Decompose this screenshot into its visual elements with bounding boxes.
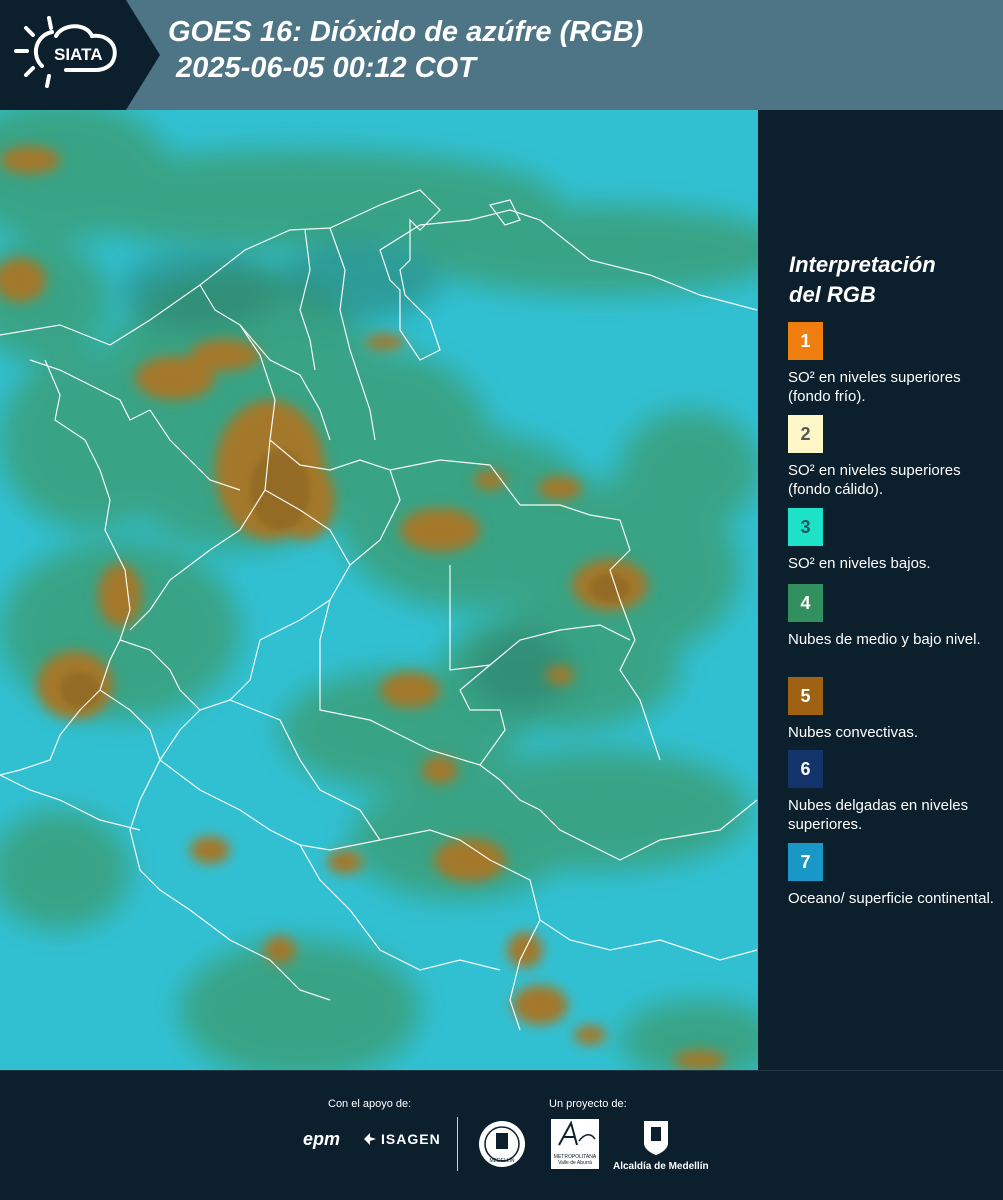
- seal-text: MEDELLÍN: [489, 1157, 514, 1164]
- alcaldia-text: Alcaldía de Medellín: [613, 1161, 709, 1172]
- isagen-icon: [364, 1133, 376, 1145]
- legend-label: SO² en niveles superiores (fondo cálido)…: [788, 462, 961, 498]
- epm-logo: epm: [303, 1129, 341, 1149]
- legend-number: 1: [800, 330, 811, 351]
- legend-swatch: 4: [788, 584, 823, 622]
- legend-title: Interpretación del RGB: [789, 250, 936, 310]
- legend-number: 4: [800, 592, 811, 613]
- footer-bar: Con el apoyo de: Un proyecto de: epm ISA…: [0, 1070, 1003, 1200]
- title-line-1: GOES 16: Dióxido de azúfre (RGB): [168, 16, 644, 48]
- legend-title-line-2: del RGB: [789, 282, 876, 307]
- sun-cloud-icon: SIATA: [14, 16, 117, 88]
- legend-number: 6: [800, 758, 811, 779]
- legend-swatch: 3: [788, 508, 823, 546]
- medellin-seal-icon: MEDELLÍN: [479, 1121, 525, 1167]
- legend-label: Nubes delgadas en niveles superiores.: [788, 797, 969, 833]
- legend-swatch: 5: [788, 677, 823, 715]
- logo-text: SIATA: [54, 45, 102, 64]
- footer-divider: [457, 1117, 458, 1171]
- satellite-map[interactable]: [0, 110, 760, 1070]
- legend-panel: Interpretación del RGB 1 SO² en niveles …: [760, 110, 1003, 1070]
- legend-label: Nubes de medio y bajo nivel.: [788, 631, 981, 648]
- legend-number: 3: [800, 516, 811, 537]
- legend-item-3: 3 SO² en niveles bajos.: [788, 508, 998, 573]
- support-label: Con el apoyo de:: [328, 1098, 412, 1110]
- legend-swatch: 7: [788, 843, 823, 881]
- legend-item-7: 7 Oceano/ superficie continental.: [788, 843, 998, 908]
- title-line-2: 2025-06-05 00:12 COT: [168, 52, 476, 84]
- siata-logo: SIATA: [0, 0, 160, 110]
- legend-label: SO² en niveles bajos.: [788, 555, 931, 572]
- area-line-2: Valle de Aburrá: [558, 1160, 592, 1166]
- legend-item-6: 6 Nubes delgadas en niveles superiores.: [788, 750, 998, 834]
- legend-label: Oceano/ superficie continental.: [788, 890, 994, 907]
- header-bar: SIATA GOES 16: Dióxido de azúfre (RGB) 2…: [0, 0, 1003, 110]
- map-canvas: [0, 110, 758, 1070]
- area-logo-icon: [558, 1120, 596, 1146]
- legend-label: SO² en niveles superiores (fondo frío).: [788, 369, 961, 405]
- legend-item-5: 5 Nubes convectivas.: [788, 677, 998, 742]
- isagen-text: ISAGEN: [381, 1131, 441, 1147]
- legend-swatch: 2: [788, 415, 823, 453]
- legend-label: Nubes convectivas.: [788, 724, 919, 741]
- page-title: GOES 16: Dióxido de azúfre (RGB) 2025-06…: [168, 14, 643, 86]
- area-metropolitana-logo: METROPOLITANA Valle de Aburrá: [551, 1119, 599, 1169]
- legend-swatch: 1: [788, 322, 823, 360]
- alcaldia-shield-icon: [644, 1121, 668, 1155]
- legend-number: 5: [800, 685, 811, 706]
- isagen-logo: ISAGEN: [362, 1131, 441, 1147]
- legend-swatch: 6: [788, 750, 823, 788]
- legend-item-4: 4 Nubes de medio y bajo nivel.: [788, 584, 998, 649]
- project-label: Un proyecto de:: [549, 1098, 627, 1110]
- legend-item-2: 2 SO² en niveles superiores (fondo cálid…: [788, 415, 998, 499]
- legend-number: 2: [800, 423, 811, 444]
- legend-title-line-1: Interpretación: [789, 252, 936, 277]
- legend-item-1: 1 SO² en niveles superiores (fondo frío)…: [788, 322, 998, 406]
- legend-number: 7: [800, 851, 811, 872]
